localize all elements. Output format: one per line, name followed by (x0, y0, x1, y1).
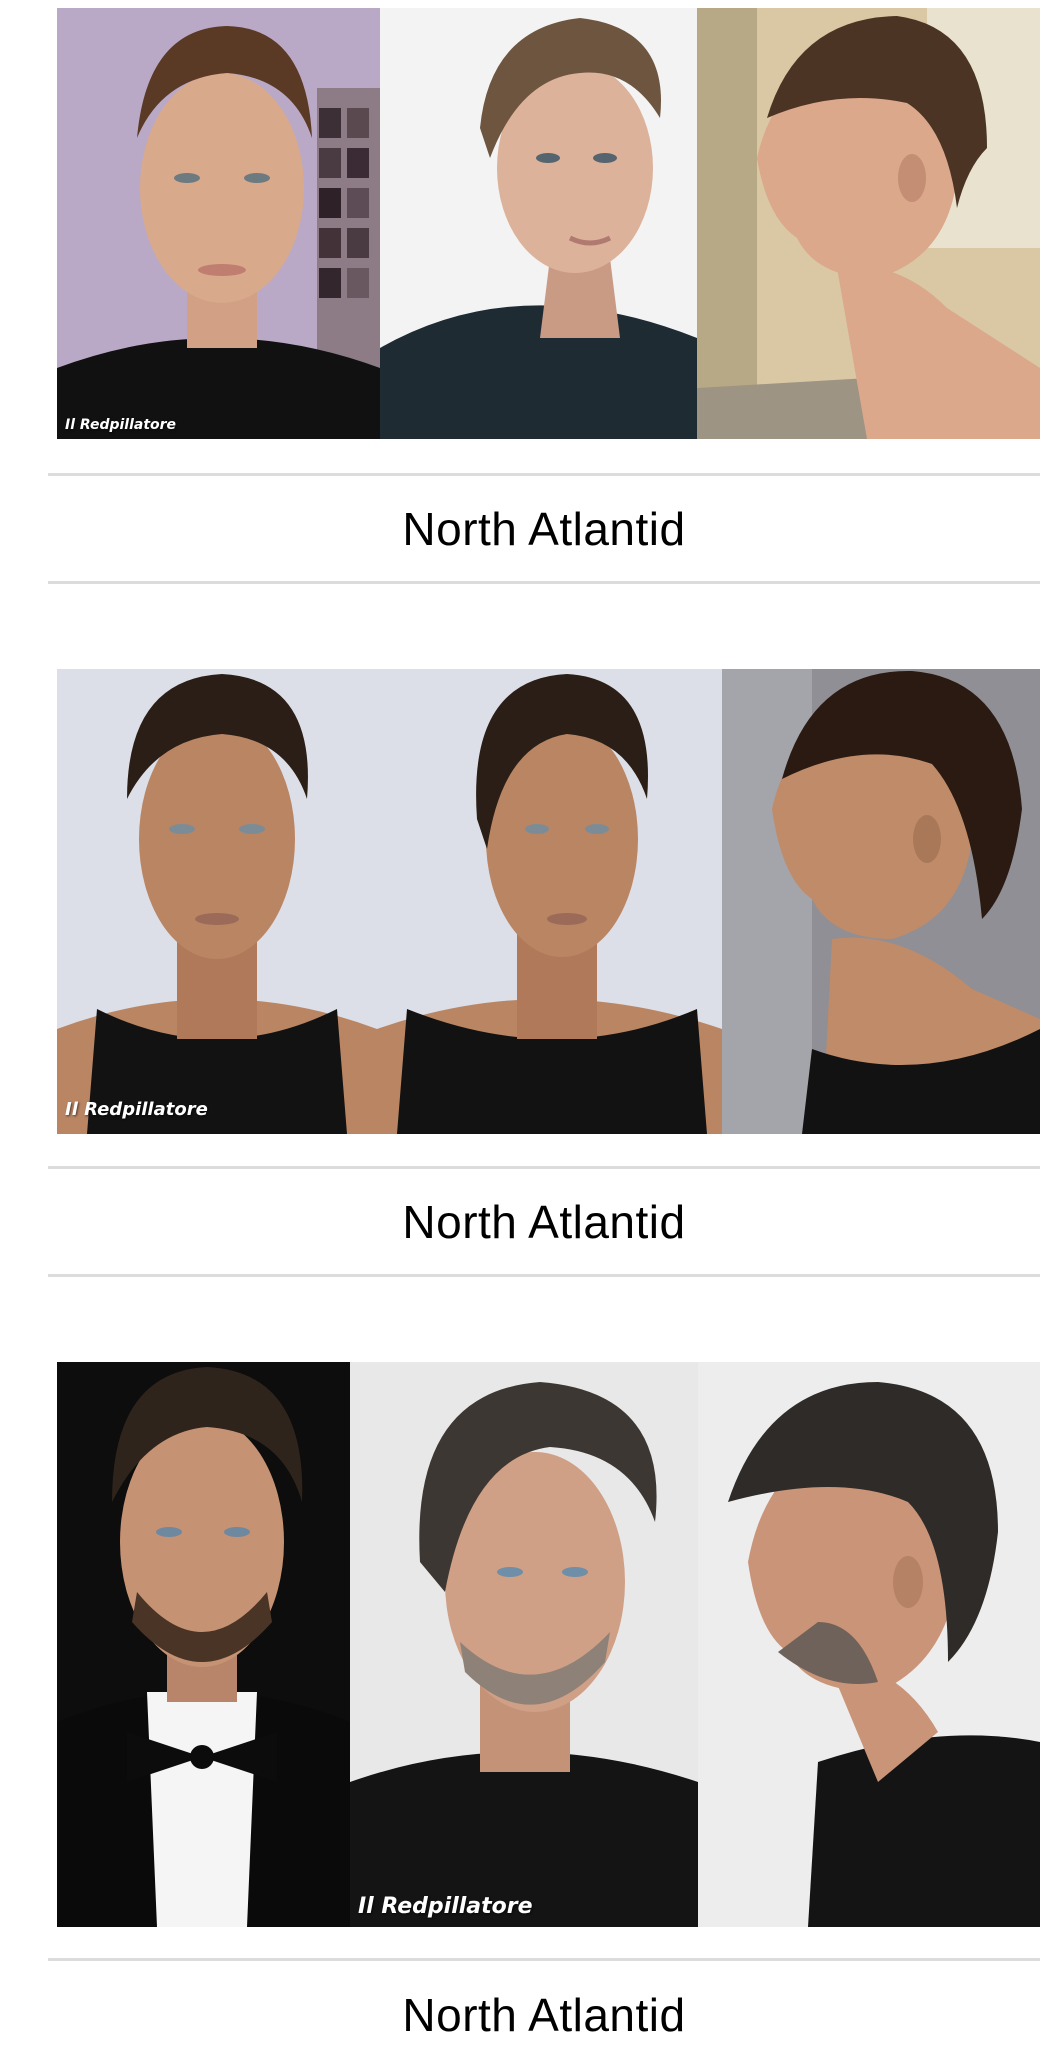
watermark-label: Il Redpillatore (65, 417, 177, 433)
portrait-profile-image (698, 1362, 1040, 1927)
portrait-three-quarter-image (377, 669, 722, 1134)
portrait-front-image (57, 1362, 350, 1927)
portrait-front-image (57, 669, 377, 1134)
portrait-front-image (57, 8, 380, 439)
portrait-three-quarter-photo (377, 669, 722, 1134)
caption-label: North Atlantid (402, 502, 686, 555)
portrait-profile-image (722, 669, 1040, 1134)
watermark-label: Il Redpillatore (358, 1894, 533, 1919)
portrait-three-quarter-image (380, 8, 697, 439)
portrait-three-quarter-image (350, 1362, 698, 1927)
caption-label: North Atlantid (402, 1195, 686, 1248)
photo-strip-2: Il Redpillatore (57, 669, 1040, 1134)
portrait-profile-image (697, 8, 1040, 439)
photo-strip-1: Il Redpillatore (57, 8, 1040, 439)
watermark-label: Il Redpillatore (65, 1099, 208, 1120)
section-caption: North Atlantid (48, 1166, 1040, 1277)
caption-label: North Atlantid (402, 1989, 686, 2041)
portrait-profile-photo (697, 8, 1040, 439)
portrait-three-quarter-photo (380, 8, 697, 439)
section-caption: North Atlantid (48, 473, 1040, 584)
portrait-front-photo: Il Redpillatore (57, 8, 380, 439)
portrait-front-photo (57, 1362, 350, 1927)
section-caption: North Atlantid (48, 1958, 1040, 2069)
portrait-three-quarter-photo: Il Redpillatore (350, 1362, 698, 1927)
photo-strip-3: Il Redpillatore (57, 1362, 1040, 1927)
portrait-profile-photo (722, 669, 1040, 1134)
portrait-front-photo: Il Redpillatore (57, 669, 377, 1134)
portrait-profile-photo (698, 1362, 1040, 1927)
